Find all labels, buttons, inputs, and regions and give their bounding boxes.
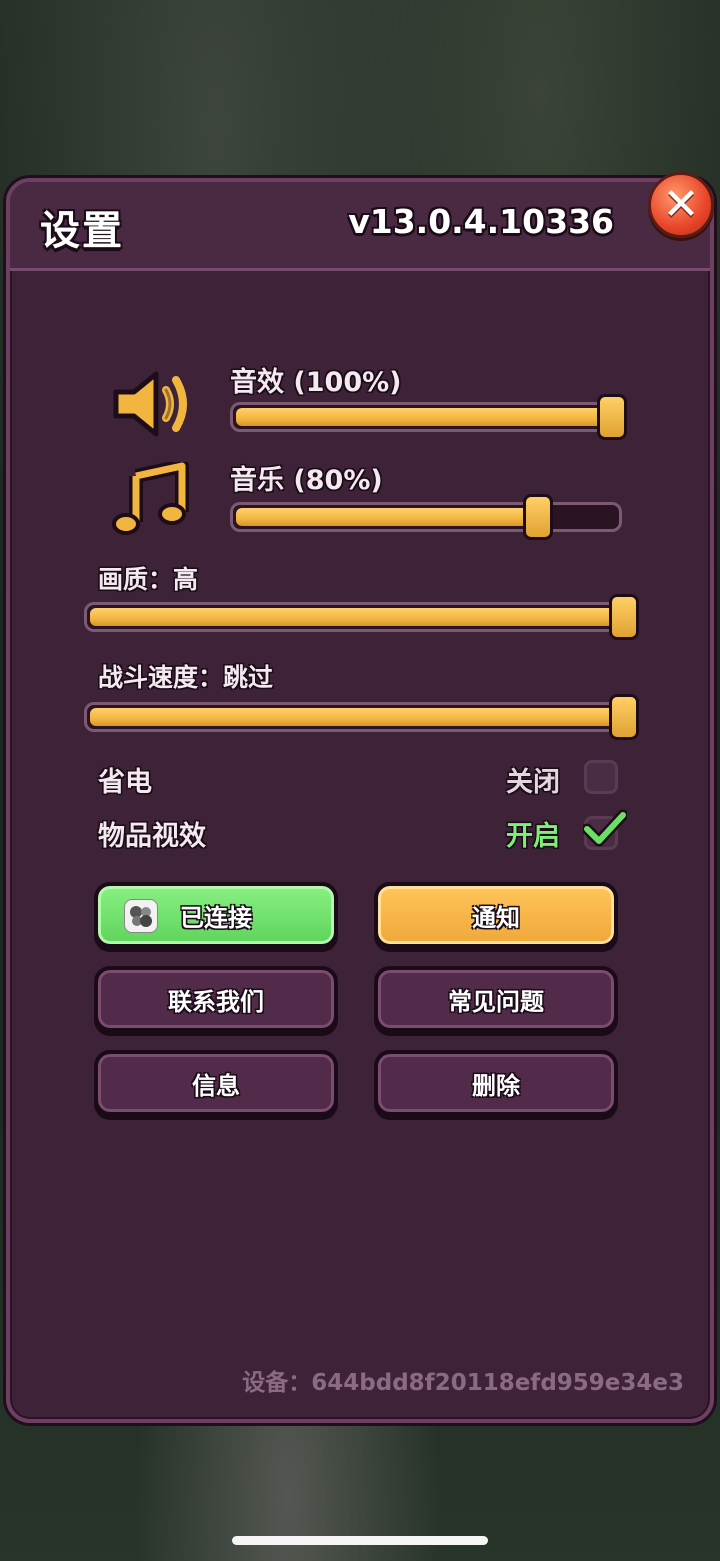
- faq-button[interactable]: 常见问题: [374, 966, 618, 1032]
- battle-speed-slider[interactable]: [84, 694, 639, 740]
- music-note-icon: [112, 459, 190, 538]
- quality-slider[interactable]: [84, 594, 639, 640]
- close-x-icon: ✕: [662, 179, 700, 230]
- connected-label: 已连接: [180, 903, 252, 932]
- notify-button[interactable]: 通知: [374, 882, 618, 948]
- contact-us-button[interactable]: 联系我们: [94, 966, 338, 1032]
- delete-label: 删除: [472, 1071, 520, 1100]
- music-slider[interactable]: [230, 494, 622, 540]
- game-center-icon: [124, 899, 158, 933]
- close-button[interactable]: ✕: [648, 172, 714, 238]
- notify-label: 通知: [472, 903, 520, 932]
- sound-slider-knob[interactable]: [597, 394, 627, 440]
- music-slider-fill: [236, 508, 532, 526]
- battle-speed-label: 战斗速度：跳过: [98, 663, 274, 692]
- quality-label: 画质：高: [98, 565, 199, 594]
- item-effects-label: 物品视效: [98, 821, 206, 852]
- battle-speed-slider-knob[interactable]: [609, 694, 639, 740]
- faq-label: 常见问题: [448, 987, 544, 1016]
- game-center-connected-button[interactable]: 已连接: [94, 882, 338, 948]
- device-id: 设备：644bdd8f20118efd959e34e3: [242, 1370, 684, 1396]
- info-label: 信息: [192, 1071, 240, 1100]
- sound-slider[interactable]: [230, 394, 627, 440]
- sound-label: 音效 (100%): [230, 367, 402, 398]
- checkmark-icon: [583, 809, 627, 847]
- info-button[interactable]: 信息: [94, 1050, 338, 1116]
- quality-slider-fill: [90, 608, 618, 626]
- item-effects-checkbox[interactable]: [583, 809, 627, 850]
- contact-us-label: 联系我们: [168, 987, 264, 1016]
- item-effects-state: 开启: [506, 821, 560, 852]
- music-label: 音乐 (80%): [230, 465, 383, 496]
- power-saving-checkbox[interactable]: [584, 760, 618, 794]
- version-label: v13.0.4.10336: [348, 202, 614, 241]
- music-slider-knob[interactable]: [523, 494, 553, 540]
- settings-panel: 设置 v13.0.4.10336 音效 (100%) 音乐 (80%) 画质：高: [6, 178, 714, 1423]
- page-title: 设置: [40, 208, 124, 254]
- power-saving-label: 省电: [98, 767, 152, 798]
- panel-header: 设置 v13.0.4.10336: [10, 182, 710, 271]
- speaker-icon: [110, 366, 194, 442]
- home-indicator[interactable]: [232, 1536, 488, 1545]
- quality-slider-knob[interactable]: [609, 594, 639, 640]
- power-saving-state: 关闭: [506, 767, 560, 798]
- delete-button[interactable]: 删除: [374, 1050, 618, 1116]
- sound-slider-fill: [236, 408, 606, 426]
- battle-speed-slider-fill: [90, 708, 618, 726]
